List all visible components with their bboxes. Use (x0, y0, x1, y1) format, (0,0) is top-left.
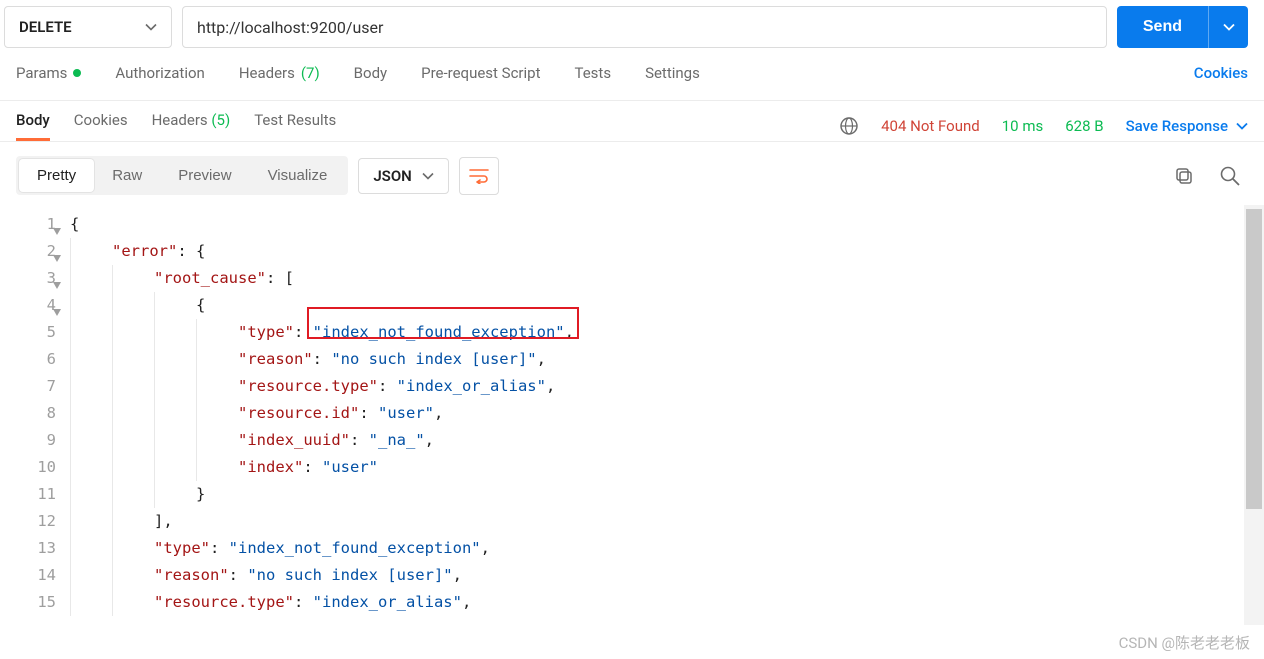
resp-tab-headers[interactable]: Headers (5) (152, 111, 231, 141)
dot-indicator-icon (73, 69, 81, 77)
code-line: "type": "index_not_found_exception", (70, 319, 1264, 346)
fold-toggle-icon[interactable] (52, 299, 64, 311)
code-line: "resource.type": "index_or_alias", (70, 589, 1264, 616)
cookies-link[interactable]: Cookies (1194, 64, 1248, 82)
fold-toggle-icon[interactable] (52, 218, 64, 230)
code-line: "index": "user" (70, 454, 1264, 481)
code-line: "type": "index_not_found_exception", (70, 535, 1264, 562)
request-url-value: http://localhost:9200/user (197, 18, 383, 37)
response-status: 404 Not Found (881, 117, 980, 135)
view-pretty-button[interactable]: Pretty (19, 159, 94, 192)
tab-authorization[interactable]: Authorization (115, 64, 204, 82)
code-line: "reason": "no such index [user]", (70, 346, 1264, 373)
resp-tab-cookies[interactable]: Cookies (74, 111, 128, 141)
scrollbar-thumb[interactable] (1246, 209, 1262, 509)
chevron-down-icon (1236, 120, 1248, 132)
fold-toggle-icon[interactable] (52, 245, 64, 257)
http-method-value: DELETE (19, 18, 72, 36)
code-line: "error": { (70, 238, 1264, 265)
tab-prerequest[interactable]: Pre-request Script (421, 64, 540, 82)
line-number-gutter: 123456789101112131415 (0, 205, 70, 625)
chevron-down-icon (145, 21, 157, 33)
line-wrap-toggle[interactable] (459, 157, 499, 195)
code-line: ], (70, 508, 1264, 535)
code-line: "reason": "no such index [user]", (70, 562, 1264, 589)
view-preview-button[interactable]: Preview (160, 159, 249, 192)
response-size: 628 B (1065, 117, 1103, 135)
globe-icon[interactable] (839, 116, 859, 136)
code-line: "root_cause": [ (70, 265, 1264, 292)
view-visualize-button[interactable]: Visualize (250, 159, 346, 192)
body-view-switch: Pretty Raw Preview Visualize (16, 156, 348, 195)
chevron-down-icon (422, 170, 434, 182)
response-time: 10 ms (1002, 117, 1043, 135)
copy-icon[interactable] (1166, 158, 1202, 194)
search-icon[interactable] (1212, 158, 1248, 194)
code-line: "resource.id": "user", (70, 400, 1264, 427)
send-dropdown-button[interactable] (1208, 6, 1248, 48)
tab-tests[interactable]: Tests (574, 64, 611, 82)
scrollbar-vertical[interactable] (1244, 205, 1264, 625)
fold-toggle-icon[interactable] (52, 272, 64, 284)
view-raw-button[interactable]: Raw (94, 159, 160, 192)
tab-settings[interactable]: Settings (645, 64, 700, 82)
resp-tab-body[interactable]: Body (16, 111, 50, 141)
code-content: {"error": {"root_cause": [{"type": "inde… (70, 205, 1264, 625)
watermark-text: CSDN @陈老老老板 (1119, 632, 1250, 653)
code-line: "resource.type": "index_or_alias", (70, 373, 1264, 400)
body-format-select[interactable]: JSON (358, 158, 448, 194)
response-body-editor[interactable]: 123456789101112131415 {"error": {"root_c… (0, 205, 1264, 625)
request-url-input[interactable]: http://localhost:9200/user (182, 6, 1107, 48)
resp-tab-test-results[interactable]: Test Results (254, 111, 336, 141)
chevron-down-icon (1223, 21, 1235, 33)
code-line: } (70, 481, 1264, 508)
code-line: { (70, 211, 1264, 238)
tab-headers[interactable]: Headers (7) (239, 64, 320, 82)
send-button[interactable]: Send (1117, 6, 1208, 48)
code-line: { (70, 292, 1264, 319)
tab-body[interactable]: Body (354, 64, 387, 82)
http-method-select[interactable]: DELETE (4, 6, 172, 48)
save-response-button[interactable]: Save Response (1126, 117, 1248, 135)
code-line: "index_uuid": "_na_", (70, 427, 1264, 454)
tab-params[interactable]: Params (16, 64, 81, 82)
